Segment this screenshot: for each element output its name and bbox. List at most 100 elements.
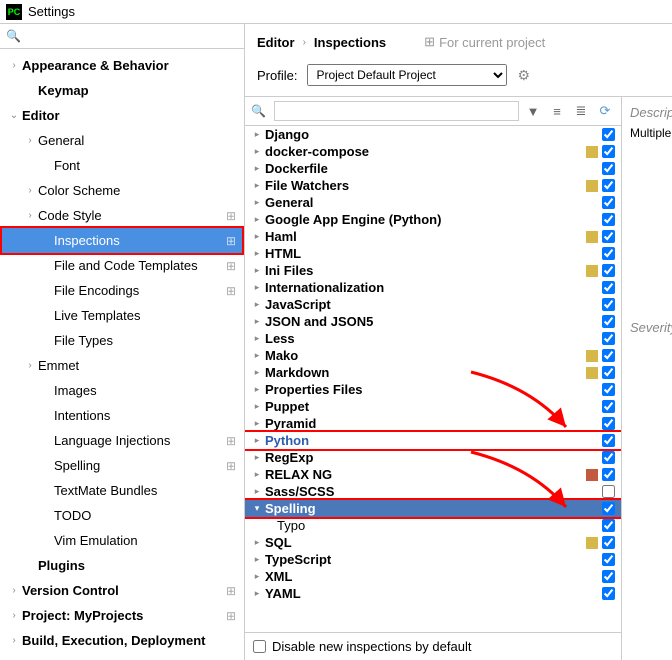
inspection-checkbox[interactable]: [602, 315, 615, 328]
sidebar-search-input[interactable]: [25, 27, 238, 45]
chevron-icon: ▸: [251, 469, 263, 480]
inspection-checkbox[interactable]: [602, 519, 615, 532]
inspection-item-general[interactable]: ▸General: [245, 194, 621, 211]
inspection-checkbox[interactable]: [602, 332, 615, 345]
inspection-checkbox[interactable]: [602, 570, 615, 583]
inspection-checkbox[interactable]: [602, 451, 615, 464]
inspection-checkbox[interactable]: [602, 196, 615, 209]
gear-icon[interactable]: ⚙: [517, 67, 530, 84]
inspection-item-json-and-json5[interactable]: ▸JSON and JSON5: [245, 313, 621, 330]
sidebar-item-label: Project: MyProjects: [20, 608, 226, 623]
filter-icon[interactable]: ▼: [523, 101, 543, 121]
inspection-checkbox[interactable]: [602, 281, 615, 294]
breadcrumb-root[interactable]: Editor: [257, 35, 295, 50]
inspection-item-ini-files[interactable]: ▸Ini Files: [245, 262, 621, 279]
inspection-checkbox[interactable]: [602, 400, 615, 413]
inspection-checkbox[interactable]: [602, 485, 615, 498]
inspection-checkbox[interactable]: [602, 434, 615, 447]
sidebar-item-version-control[interactable]: ›Version Control⊞: [0, 578, 244, 603]
reset-icon[interactable]: ⟳: [595, 101, 615, 121]
expand-icon[interactable]: ≡: [547, 101, 567, 121]
inspection-item-google-app-engine-python-[interactable]: ▸Google App Engine (Python): [245, 211, 621, 228]
sidebar-item-color-scheme[interactable]: ›Color Scheme: [0, 178, 244, 203]
sidebar-item-language-injections[interactable]: Language Injections⊞: [0, 428, 244, 453]
severity-color-icon: [586, 571, 598, 583]
sidebar-item-appearance-behavior[interactable]: ›Appearance & Behavior: [0, 53, 244, 78]
inspection-item-sql[interactable]: ▸SQL: [245, 534, 621, 551]
sidebar-item-font[interactable]: Font: [0, 153, 244, 178]
inspection-checkbox[interactable]: [602, 247, 615, 260]
inspection-item-puppet[interactable]: ▸Puppet: [245, 398, 621, 415]
sidebar-item-general[interactable]: ›General: [0, 128, 244, 153]
inspection-item-mako[interactable]: ▸Mako: [245, 347, 621, 364]
sidebar-item-file-encodings[interactable]: File Encodings⊞: [0, 278, 244, 303]
collapse-icon[interactable]: ≣: [571, 101, 591, 121]
sidebar-item-keymap[interactable]: Keymap: [0, 78, 244, 103]
inspection-item-file-watchers[interactable]: ▸File Watchers: [245, 177, 621, 194]
sidebar-item-vim-emulation[interactable]: Vim Emulation: [0, 528, 244, 553]
project-scope-icon: ⊞: [226, 284, 236, 298]
inspection-checkbox[interactable]: [602, 162, 615, 175]
inspection-item-python[interactable]: ▸Python: [245, 432, 621, 449]
inspection-item-less[interactable]: ▸Less: [245, 330, 621, 347]
inspection-item-markdown[interactable]: ▸Markdown: [245, 364, 621, 381]
sidebar-item-plugins[interactable]: Plugins: [0, 553, 244, 578]
inspection-item-javascript[interactable]: ▸JavaScript: [245, 296, 621, 313]
sidebar-item-editor[interactable]: ⌄Editor: [0, 103, 244, 128]
sidebar-item-label: Font: [52, 158, 244, 173]
sidebar-item-inspections[interactable]: Inspections⊞: [0, 228, 244, 253]
inspection-checkbox[interactable]: [602, 383, 615, 396]
inspection-item-pyramid[interactable]: ▸Pyramid: [245, 415, 621, 432]
sidebar-search[interactable]: 🔍: [0, 24, 244, 49]
inspection-checkbox[interactable]: [602, 502, 615, 515]
inspection-item-regexp[interactable]: ▸RegExp: [245, 449, 621, 466]
inspection-checkbox[interactable]: [602, 366, 615, 379]
inspection-checkbox[interactable]: [602, 349, 615, 362]
inspection-label: Mako: [263, 348, 586, 363]
inspections-search-input[interactable]: [274, 101, 519, 121]
inspection-checkbox[interactable]: [602, 264, 615, 277]
sidebar-item-images[interactable]: Images: [0, 378, 244, 403]
inspection-checkbox[interactable]: [602, 145, 615, 158]
inspection-item-spelling[interactable]: ▾Spelling: [245, 500, 621, 517]
inspection-item-typescript[interactable]: ▸TypeScript: [245, 551, 621, 568]
inspection-checkbox[interactable]: [602, 587, 615, 600]
inspection-checkbox[interactable]: [602, 553, 615, 566]
sidebar-item-textmate-bundles[interactable]: TextMate Bundles: [0, 478, 244, 503]
inspection-item-yaml[interactable]: ▸YAML: [245, 585, 621, 602]
inspection-item-docker-compose[interactable]: ▸docker-compose: [245, 143, 621, 160]
inspection-checkbox[interactable]: [602, 298, 615, 311]
chevron-icon: ▸: [251, 384, 263, 395]
inspection-item-typo[interactable]: Typo: [245, 517, 621, 534]
inspection-item-html[interactable]: ▸HTML: [245, 245, 621, 262]
inspection-checkbox[interactable]: [602, 417, 615, 430]
inspection-item-relax-ng[interactable]: ▸RELAX NG: [245, 466, 621, 483]
inspection-checkbox[interactable]: [602, 468, 615, 481]
sidebar-item-file-types[interactable]: File Types: [0, 328, 244, 353]
sidebar-item-file-and-code-templates[interactable]: File and Code Templates⊞: [0, 253, 244, 278]
inspection-item-django[interactable]: ▸Django: [245, 126, 621, 143]
disable-new-checkbox[interactable]: [253, 640, 266, 653]
inspection-checkbox[interactable]: [602, 128, 615, 141]
inspection-item-properties-files[interactable]: ▸Properties Files: [245, 381, 621, 398]
sidebar-item-live-templates[interactable]: Live Templates: [0, 303, 244, 328]
sidebar-item-spelling[interactable]: Spelling⊞: [0, 453, 244, 478]
sidebar-item-todo[interactable]: TODO: [0, 503, 244, 528]
inspection-checkbox[interactable]: [602, 179, 615, 192]
sidebar-item-build-execution-deployment[interactable]: ›Build, Execution, Deployment: [0, 628, 244, 653]
sidebar-item-intentions[interactable]: Intentions: [0, 403, 244, 428]
inspection-checkbox[interactable]: [602, 230, 615, 243]
profile-select[interactable]: Project Default Project: [307, 64, 507, 86]
severity-color-icon: [586, 418, 598, 430]
sidebar-item-code-style[interactable]: ›Code Style⊞: [0, 203, 244, 228]
sidebar-item-project-myprojects[interactable]: ›Project: MyProjects⊞: [0, 603, 244, 628]
inspection-item-sass-scss[interactable]: ▸Sass/SCSS: [245, 483, 621, 500]
inspection-checkbox[interactable]: [602, 536, 615, 549]
inspection-item-xml[interactable]: ▸XML: [245, 568, 621, 585]
inspection-item-haml[interactable]: ▸Haml: [245, 228, 621, 245]
inspection-checkbox[interactable]: [602, 213, 615, 226]
inspection-item-internationalization[interactable]: ▸Internationalization: [245, 279, 621, 296]
inspection-item-dockerfile[interactable]: ▸Dockerfile: [245, 160, 621, 177]
chevron-icon: ▸: [251, 486, 263, 497]
sidebar-item-emmet[interactable]: ›Emmet: [0, 353, 244, 378]
